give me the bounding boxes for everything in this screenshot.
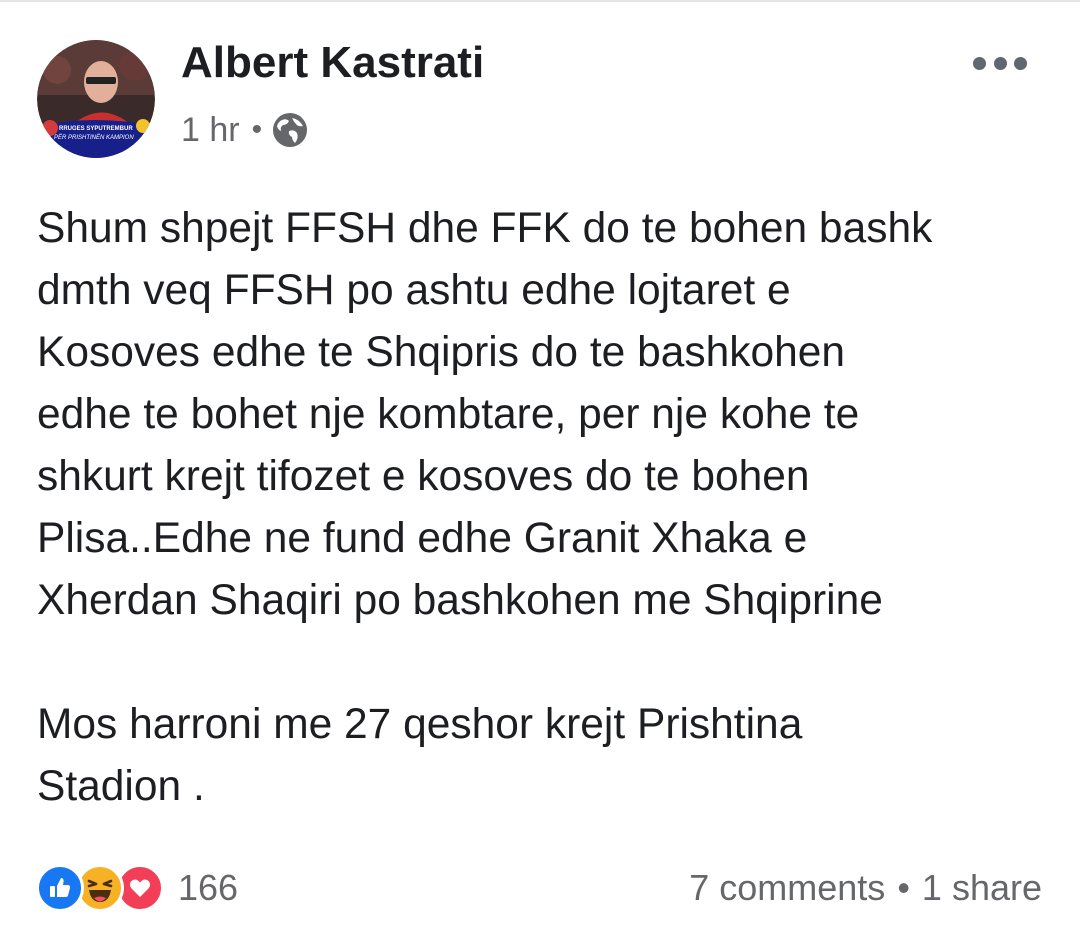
meta-separator: • bbox=[251, 113, 263, 146]
comments-link[interactable]: 7 comments bbox=[689, 867, 885, 909]
avatar-caption-2: PËR PRISHTINËN KAMPION bbox=[54, 134, 134, 141]
shares-link[interactable]: 1 share bbox=[922, 867, 1042, 909]
post-body: Shum shpejt FFSH dhe FFK do te bohen bas… bbox=[37, 198, 1057, 818]
post-line-6: Plisa..Edhe ne fund edhe Granit Xhaka e bbox=[37, 515, 808, 562]
author-name[interactable]: Albert Kastrati bbox=[181, 38, 484, 88]
post-line-4: edhe te bohet nje kombtare, per nje kohe… bbox=[37, 391, 860, 438]
post-time[interactable]: 1 hr bbox=[181, 111, 240, 150]
engagement-stats: 7 comments • 1 share bbox=[689, 862, 1042, 914]
post-line-1: Shum shpejt FFSH dhe FFK do te bohen bas… bbox=[37, 205, 933, 252]
author-avatar[interactable]: RRUGES SYPUTREMBUR PËR PRISHTINËN KAMPIO… bbox=[37, 40, 155, 158]
top-divider bbox=[0, 0, 1080, 2]
globe-icon[interactable] bbox=[272, 112, 308, 148]
stats-separator: • bbox=[897, 867, 910, 908]
like-icon bbox=[36, 864, 84, 912]
avatar-image: RRUGES SYPUTREMBUR PËR PRISHTINËN KAMPIO… bbox=[37, 40, 155, 158]
reactions-summary[interactable]: 166 bbox=[36, 862, 238, 914]
post-line-7: Xherdan Shaqiri po bashkohen me Shqiprin… bbox=[37, 577, 883, 624]
post-line-5: shkurt krejt tifozet e kosoves do te boh… bbox=[37, 453, 810, 500]
more-options-icon[interactable] bbox=[973, 48, 1027, 78]
post-line-2: dmth veq FFSH po ashtu edhe lojtaret e bbox=[37, 267, 791, 314]
post-meta: 1 hr • bbox=[181, 108, 308, 152]
reaction-count: 166 bbox=[178, 867, 239, 908]
post-line-8: Mos harroni me 27 qeshor krejt Prishtina bbox=[37, 701, 803, 748]
post-line-3: Kosoves edhe te Shqipris do te bashkohen bbox=[37, 329, 846, 376]
avatar-caption-1: RRUGES SYPUTREMBUR bbox=[59, 126, 133, 132]
post-line-9: Stadion . bbox=[37, 763, 205, 810]
